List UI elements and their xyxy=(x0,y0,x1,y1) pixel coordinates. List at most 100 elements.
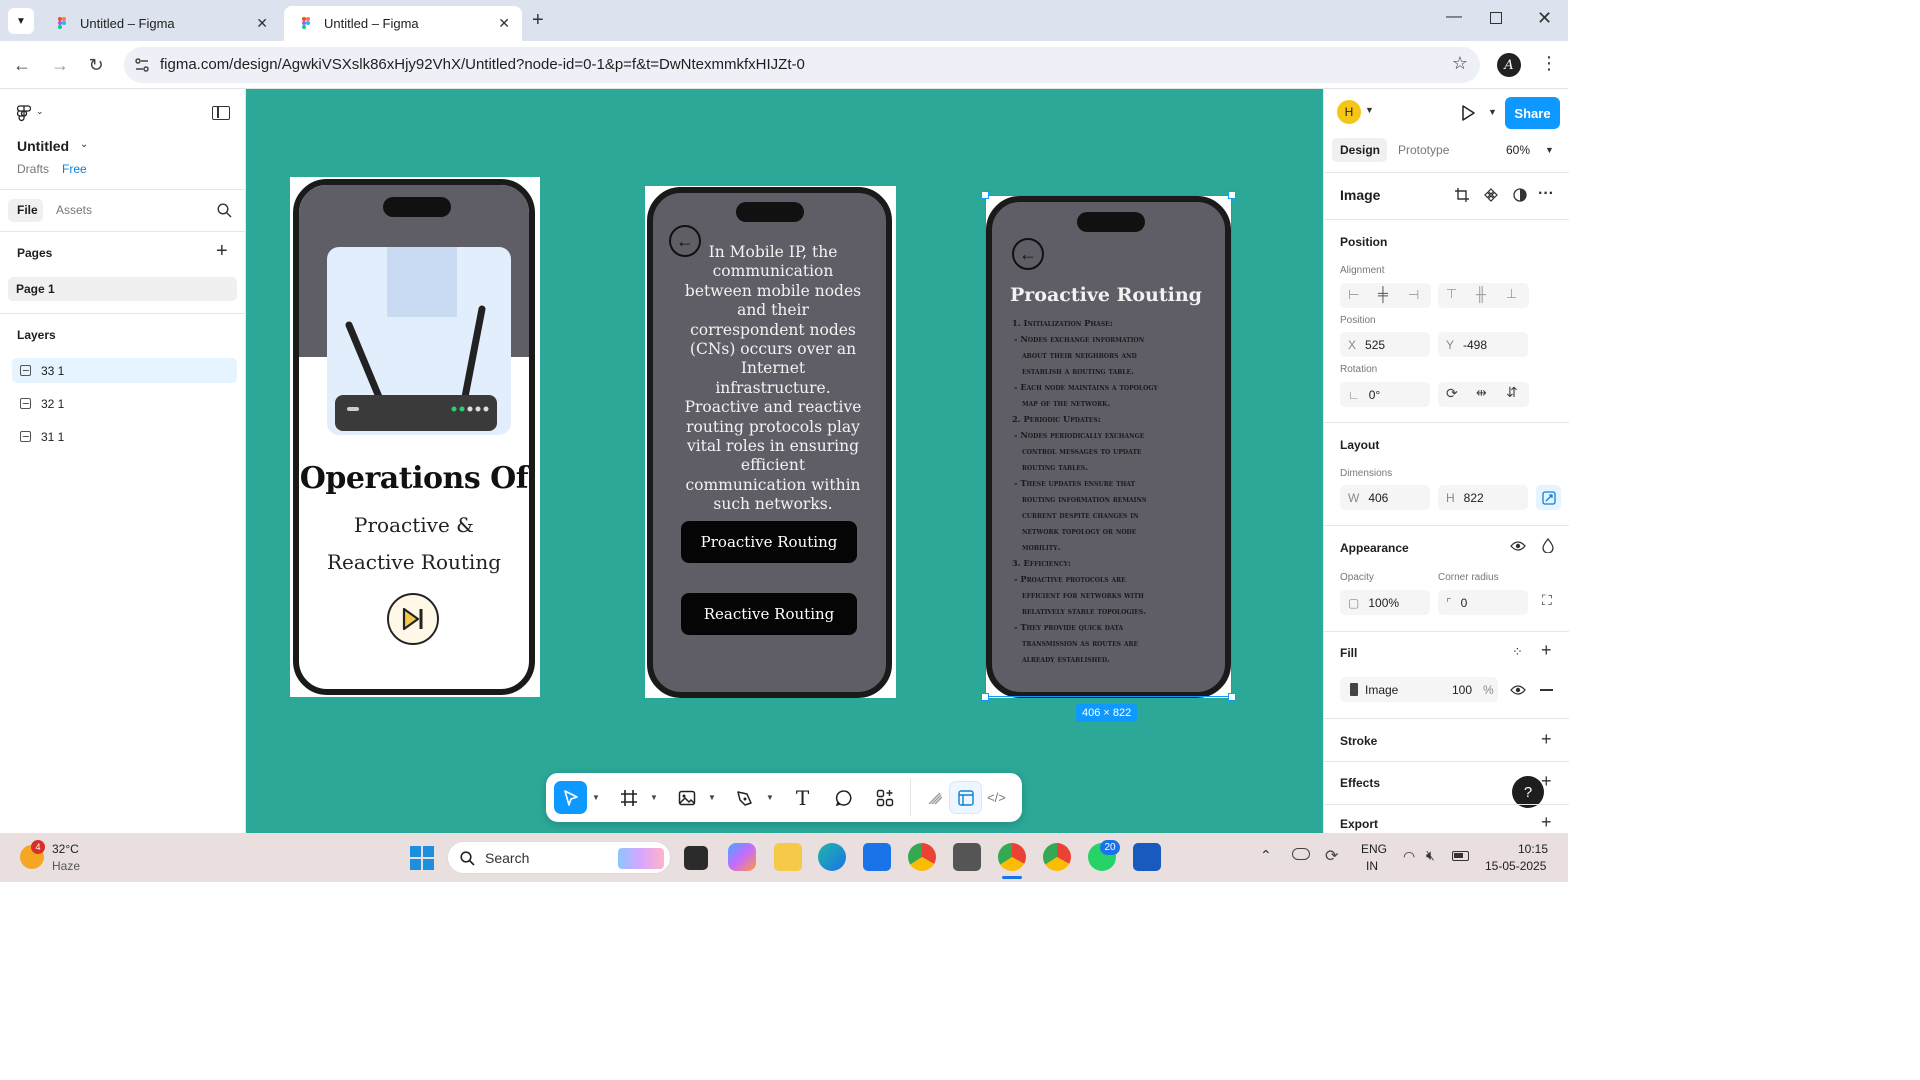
align-bottom-icon[interactable]: ⊥ xyxy=(1506,286,1517,302)
close-window-icon[interactable]: ✕ xyxy=(1537,8,1552,29)
file-menu-chevron-icon[interactable]: ⌄ xyxy=(80,139,88,150)
weather-condition[interactable]: Haze xyxy=(52,859,80,873)
hidden-icons-chevron-icon[interactable]: ⌃ xyxy=(1260,847,1272,864)
constrain-proportions-icon[interactable] xyxy=(1536,485,1561,510)
clock-time[interactable]: 10:15 xyxy=(1518,842,1548,856)
browser-tab-1[interactable]: Untitled – Figma ✕ xyxy=(40,6,280,41)
mask-icon[interactable] xyxy=(1513,188,1527,202)
tab-design[interactable]: Design xyxy=(1340,143,1380,157)
frame-tool-chevron-icon[interactable]: ▼ xyxy=(650,793,658,802)
height-field[interactable]: H 822 xyxy=(1438,485,1528,510)
x-position-field[interactable]: X 525 xyxy=(1340,332,1430,357)
temperature[interactable]: 32°C xyxy=(52,842,79,856)
word-icon[interactable] xyxy=(1133,843,1161,871)
search-layers-icon[interactable] xyxy=(217,203,232,218)
opacity-field[interactable]: ▢ 100% xyxy=(1340,590,1430,615)
copilot-icon[interactable] xyxy=(728,843,756,871)
volume-muted-icon[interactable]: 🔇︎ xyxy=(1426,847,1435,864)
file-explorer-icon[interactable] xyxy=(774,843,802,871)
crop-icon[interactable] xyxy=(1455,188,1469,202)
frame-tool-button[interactable] xyxy=(612,781,645,814)
close-tab-icon[interactable]: ✕ xyxy=(498,15,510,32)
pen-tool-button[interactable] xyxy=(728,781,761,814)
flip-horizontal-icon[interactable]: ⇹ xyxy=(1476,385,1487,401)
remove-fill-icon[interactable] xyxy=(1540,689,1553,691)
pen-tool-chevron-icon[interactable]: ▼ xyxy=(766,793,774,802)
design-mode-button[interactable] xyxy=(949,781,982,814)
forward-arrow-icon[interactable]: → xyxy=(48,53,72,77)
design-canvas[interactable]: Operations Of Proactive & Reactive Routi… xyxy=(246,89,1323,833)
maximize-window-icon[interactable] xyxy=(1490,12,1502,24)
zoom-chevron-icon[interactable]: ▼ xyxy=(1545,145,1554,155)
camera-icon[interactable] xyxy=(953,843,981,871)
layer-row-33-1[interactable]: 33 1 xyxy=(12,358,237,383)
resize-handle-bottom-left[interactable] xyxy=(981,693,989,701)
url-field[interactable]: figma.com/design/AgwkiVSXslk86xHjy92VhX/… xyxy=(124,47,1480,83)
tab-search-chevron-icon[interactable]: ▼ xyxy=(8,8,34,34)
region[interactable]: IN xyxy=(1366,859,1378,873)
microsoft-store-icon[interactable] xyxy=(863,843,891,871)
edge-browser-icon[interactable] xyxy=(818,843,846,871)
new-tab-icon[interactable]: + xyxy=(532,9,544,32)
layer-row-32-1[interactable]: 32 1 xyxy=(12,391,237,416)
align-left-icon[interactable]: ⊢ xyxy=(1348,287,1359,303)
align-center-horizontal-icon[interactable]: ╪ xyxy=(1378,286,1388,302)
language[interactable]: ENG xyxy=(1361,842,1387,856)
clock-date[interactable]: 15-05-2025 xyxy=(1485,859,1546,873)
corner-radius-field[interactable]: ⌜ 0 xyxy=(1438,590,1528,615)
main-menu-chevron-icon[interactable]: ⌄ xyxy=(36,106,44,117)
resize-handle-bottom-right[interactable] xyxy=(1228,693,1236,701)
align-right-icon[interactable]: ⊣ xyxy=(1408,287,1419,303)
taskbar-search-box[interactable]: Search xyxy=(447,841,671,874)
sync-icon[interactable]: ⟳ xyxy=(1325,846,1338,866)
rotation-field[interactable]: ∟ 0° xyxy=(1340,382,1430,407)
tab-file[interactable]: File xyxy=(17,203,38,217)
minimize-window-icon[interactable]: — xyxy=(1446,8,1462,26)
back-arrow-icon[interactable]: ← xyxy=(10,53,34,77)
browser-menu-icon[interactable]: ⋮ xyxy=(1540,53,1558,74)
add-export-icon[interactable]: + xyxy=(1541,812,1552,833)
fill-styles-grid-icon[interactable]: ⁘ xyxy=(1512,644,1523,660)
add-stroke-icon[interactable]: + xyxy=(1541,729,1552,750)
windows-start-icon[interactable] xyxy=(410,846,434,870)
share-button[interactable]: Share xyxy=(1505,97,1560,129)
image-frame-32-1[interactable]: ← In Mobile IP, the communication betwee… xyxy=(645,186,896,698)
task-view-icon[interactable] xyxy=(684,846,708,870)
align-middle-icon[interactable]: ╫ xyxy=(1476,286,1486,302)
comment-tool-button[interactable] xyxy=(827,781,860,814)
image-tool-chevron-icon[interactable]: ▼ xyxy=(708,793,716,802)
independent-corners-icon[interactable]: ⛶ xyxy=(1542,592,1552,609)
dev-mode-code-icon[interactable]: </> xyxy=(980,781,1013,814)
zoom-level[interactable]: 60% xyxy=(1506,143,1530,157)
image-tool-button[interactable] xyxy=(670,781,703,814)
user-avatar[interactable]: H xyxy=(1337,100,1361,124)
rotate-90-icon[interactable]: ⟳ xyxy=(1446,385,1458,402)
image-frame-31-1[interactable]: Operations Of Proactive & Reactive Routi… xyxy=(290,177,540,697)
close-tab-icon[interactable]: ✕ xyxy=(256,15,268,32)
toggle-sidebar-icon[interactable] xyxy=(212,106,230,120)
chrome-icon[interactable] xyxy=(908,843,936,871)
avatar-chevron-icon[interactable]: ▼ xyxy=(1365,105,1374,115)
resize-handle-top-right[interactable] xyxy=(1228,191,1236,199)
file-name[interactable]: Untitled xyxy=(17,138,69,154)
visibility-eye-icon[interactable] xyxy=(1510,540,1526,552)
component-icon[interactable] xyxy=(1484,188,1498,202)
move-tool-chevron-icon[interactable]: ▼ xyxy=(592,793,600,802)
align-top-icon[interactable]: ⊤ xyxy=(1446,286,1457,302)
figma-main-menu-icon[interactable] xyxy=(17,105,31,122)
fill-visibility-eye-icon[interactable] xyxy=(1510,684,1526,696)
width-field[interactable]: W 406 xyxy=(1340,485,1430,510)
add-fill-icon[interactable]: + xyxy=(1541,640,1552,661)
reload-icon[interactable]: ↻ xyxy=(84,53,108,77)
present-chevron-icon[interactable]: ▼ xyxy=(1488,107,1497,117)
profile-avatar-icon[interactable]: A xyxy=(1497,53,1521,77)
draw-mode-button[interactable] xyxy=(918,781,951,814)
layer-row-31-1[interactable]: 31 1 xyxy=(12,424,237,449)
add-page-icon[interactable]: + xyxy=(216,240,228,263)
tab-prototype[interactable]: Prototype xyxy=(1398,143,1449,157)
actions-tool-button[interactable] xyxy=(868,781,901,814)
bookmark-star-icon[interactable]: ☆ xyxy=(1452,53,1468,74)
drafts-label[interactable]: Drafts xyxy=(17,162,49,176)
resize-handle-top-left[interactable] xyxy=(981,191,989,199)
y-position-field[interactable]: Y -498 xyxy=(1438,332,1528,357)
